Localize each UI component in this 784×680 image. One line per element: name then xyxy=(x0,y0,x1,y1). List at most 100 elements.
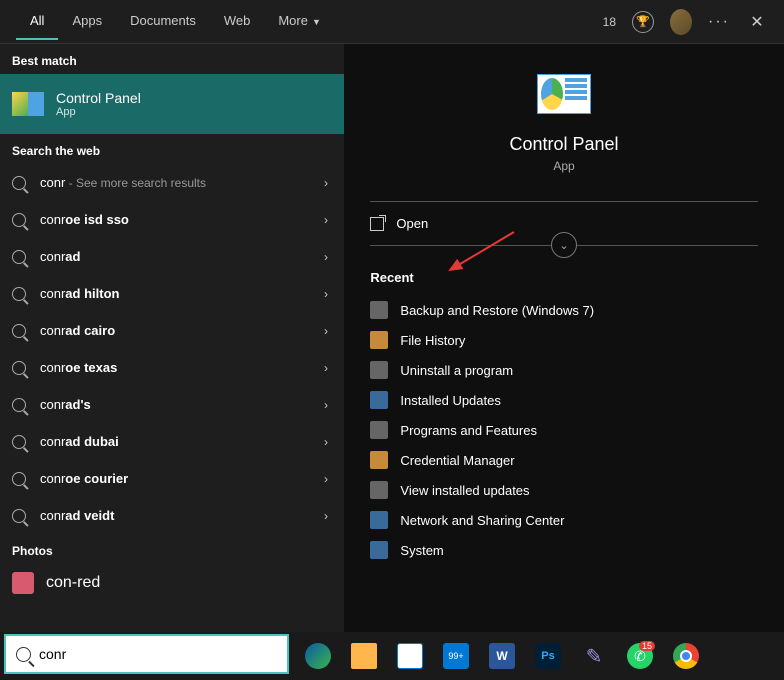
search-icon xyxy=(12,435,26,449)
search-icon xyxy=(12,213,26,227)
web-search-item[interactable]: conroe isd sso › xyxy=(0,201,344,238)
chevron-right-icon: › xyxy=(324,398,328,412)
edge-app-icon[interactable] xyxy=(299,637,337,675)
more-options-icon[interactable]: ··· xyxy=(708,11,730,33)
search-item-text: conrad xyxy=(40,249,80,264)
preview-title: Control Panel xyxy=(509,134,618,155)
chrome-app-icon[interactable] xyxy=(667,637,705,675)
filter-tabs: All Apps Documents Web More▼ xyxy=(16,3,335,40)
recent-item-label: System xyxy=(400,543,443,558)
control-panel-large-icon xyxy=(537,74,591,114)
taskbar-search-box[interactable] xyxy=(4,634,289,674)
web-search-item[interactable]: conrad's › xyxy=(0,386,344,423)
recent-item-icon xyxy=(370,481,388,499)
open-external-icon xyxy=(370,217,384,231)
chevron-right-icon: › xyxy=(324,287,328,301)
web-search-item[interactable]: conr - See more search results › xyxy=(0,164,344,201)
search-item-text: conroe isd sso xyxy=(40,212,129,227)
recent-item[interactable]: Network and Sharing Center xyxy=(370,505,757,535)
tab-documents[interactable]: Documents xyxy=(116,3,210,40)
web-search-item[interactable]: conroe texas › xyxy=(0,349,344,386)
search-item-text: conroe courier xyxy=(40,471,128,486)
recent-item-label: View installed updates xyxy=(400,483,529,498)
tab-apps[interactable]: Apps xyxy=(58,3,116,40)
search-item-text: conr - See more search results xyxy=(40,175,206,190)
chevron-right-icon: › xyxy=(324,472,328,486)
chevron-right-icon: › xyxy=(324,213,328,227)
recent-item[interactable]: Installed Updates xyxy=(370,385,757,415)
recent-header: Recent xyxy=(370,270,757,285)
web-search-item[interactable]: conrad veidt › xyxy=(0,497,344,534)
recent-item[interactable]: Credential Manager xyxy=(370,445,757,475)
search-icon xyxy=(12,361,26,375)
search-item-text: conrad dubai xyxy=(40,434,119,449)
recent-item-icon xyxy=(370,421,388,439)
search-icon xyxy=(12,472,26,486)
photo-result-item[interactable]: con-red xyxy=(0,564,344,602)
mail-app-icon[interactable]: 99+ xyxy=(437,637,475,675)
search-item-text: conrad veidt xyxy=(40,508,114,523)
recent-item-label: Credential Manager xyxy=(400,453,514,468)
tab-web[interactable]: Web xyxy=(210,3,265,40)
recent-item-label: Installed Updates xyxy=(400,393,500,408)
search-icon xyxy=(12,176,26,190)
best-match-header: Best match xyxy=(0,44,344,74)
recent-item[interactable]: Programs and Features xyxy=(370,415,757,445)
search-item-text: conrad's xyxy=(40,397,91,412)
recent-item-icon xyxy=(370,451,388,469)
web-search-item[interactable]: conroe courier › xyxy=(0,460,344,497)
whatsapp-app-icon[interactable]: ✆15 xyxy=(621,637,659,675)
best-match-item[interactable]: Control Panel App xyxy=(0,74,344,134)
search-icon xyxy=(12,509,26,523)
web-search-item[interactable]: conrad dubai › xyxy=(0,423,344,460)
chevron-right-icon: › xyxy=(324,176,328,190)
web-search-item[interactable]: conrad› xyxy=(0,238,344,275)
recent-item-icon xyxy=(370,331,388,349)
search-input[interactable] xyxy=(39,646,277,662)
user-avatar[interactable] xyxy=(670,11,692,33)
recent-item-label: Programs and Features xyxy=(400,423,537,438)
search-item-text: conroe texas xyxy=(40,360,117,375)
recent-item-label: Backup and Restore (Windows 7) xyxy=(400,303,594,318)
photo-thumb-icon xyxy=(12,572,34,594)
microsoft-store-icon[interactable] xyxy=(391,637,429,675)
header-bar: All Apps Documents Web More▼ 18 🏆 ··· ✕ xyxy=(0,0,784,44)
photoshop-app-icon[interactable]: Ps xyxy=(529,637,567,675)
chevron-right-icon: › xyxy=(324,509,328,523)
recent-item-icon xyxy=(370,391,388,409)
recent-item[interactable]: Uninstall a program xyxy=(370,355,757,385)
recent-item[interactable]: File History xyxy=(370,325,757,355)
open-label: Open xyxy=(396,216,428,231)
best-match-title: Control Panel xyxy=(56,90,141,106)
chevron-right-icon: › xyxy=(324,361,328,375)
search-item-text: conrad hilton xyxy=(40,286,119,301)
chevron-right-icon: › xyxy=(324,324,328,338)
search-icon xyxy=(12,398,26,412)
search-icon xyxy=(12,250,26,264)
feather-app-icon[interactable]: ✎ xyxy=(575,637,613,675)
search-icon xyxy=(12,287,26,301)
web-search-item[interactable]: conrad hilton › xyxy=(0,275,344,312)
tab-more[interactable]: More▼ xyxy=(264,3,335,40)
recent-item[interactable]: View installed updates xyxy=(370,475,757,505)
whatsapp-badge: 15 xyxy=(639,641,655,651)
preview-subtitle: App xyxy=(553,159,574,173)
recent-item[interactable]: System xyxy=(370,535,757,565)
expand-chevron-icon[interactable]: ⌄ xyxy=(551,232,577,258)
file-explorer-icon[interactable] xyxy=(345,637,383,675)
chevron-right-icon: › xyxy=(324,435,328,449)
results-panel: Best match Control Panel App Search the … xyxy=(0,44,344,632)
search-item-text: conrad cairo xyxy=(40,323,115,338)
recent-item[interactable]: Backup and Restore (Windows 7) xyxy=(370,295,757,325)
rewards-trophy-icon[interactable]: 🏆 xyxy=(632,11,654,33)
word-app-icon[interactable]: W xyxy=(483,637,521,675)
best-match-subtitle: App xyxy=(56,106,141,118)
search-icon xyxy=(16,647,31,662)
photos-header: Photos xyxy=(0,534,344,564)
close-icon[interactable]: ✕ xyxy=(746,11,768,33)
divider: ⌄ xyxy=(370,245,757,246)
web-search-item[interactable]: conrad cairo › xyxy=(0,312,344,349)
tab-all[interactable]: All xyxy=(16,3,58,40)
recent-item-label: Uninstall a program xyxy=(400,363,513,378)
recent-item-icon xyxy=(370,301,388,319)
